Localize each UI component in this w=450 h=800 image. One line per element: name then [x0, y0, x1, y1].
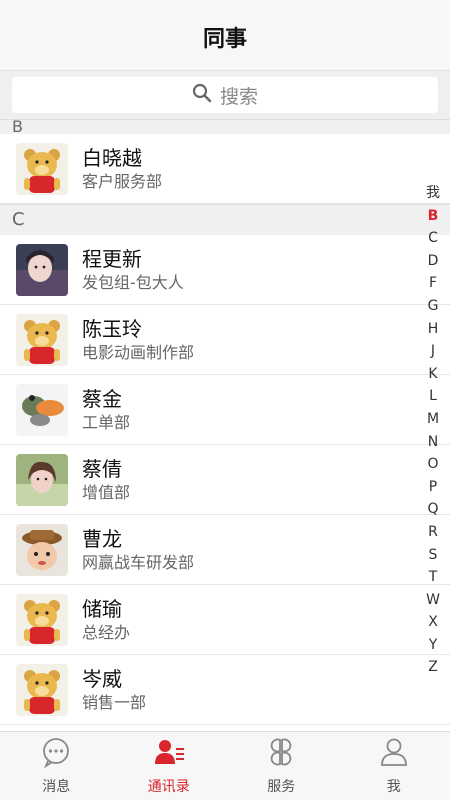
contact-name: 白晓越 — [82, 145, 142, 170]
index-letter[interactable]: W — [426, 589, 440, 612]
contact-row[interactable]: 蔡倩 增值部 — [0, 445, 450, 515]
index-letter[interactable]: O — [427, 453, 438, 476]
contact-name: 蔡金 — [82, 386, 122, 411]
index-letter[interactable]: K — [428, 363, 437, 386]
contact-row[interactable]: 陈玉玲 电影动画制作部 — [0, 305, 450, 375]
tab-label: 服务 — [267, 779, 296, 795]
index-letter-active[interactable]: B — [428, 205, 439, 228]
duck-cartoon-avatar — [16, 383, 68, 436]
chat-bubble-icon — [40, 736, 72, 772]
contact-name: 程更新 — [82, 246, 142, 271]
contact-name: 储瑜 — [82, 596, 122, 621]
index-letter[interactable]: G — [428, 295, 439, 318]
index-letter[interactable]: C — [428, 227, 438, 250]
contact-dept: 客户服务部 — [82, 171, 163, 191]
tab-label: 消息 — [42, 779, 71, 795]
index-letter[interactable]: N — [428, 431, 438, 454]
bear-avatar — [16, 663, 68, 716]
contact-name: 岑威 — [82, 666, 122, 691]
contact-row[interactable]: 曹龙 网赢战车研发部 — [0, 515, 450, 585]
contact-row[interactable]: 程更新 发包组-包大人 — [0, 235, 450, 305]
index-letter[interactable]: P — [429, 476, 437, 499]
bear-avatar — [16, 142, 68, 195]
photo-avatar — [16, 243, 68, 296]
cartoon-face-avatar — [16, 523, 68, 576]
index-letter[interactable]: L — [429, 385, 437, 408]
contact-list[interactable]: B 白晓越 客户服务部 C 程更新 发包组-包大人 陈玉玲 电影动画制作部 蔡金… — [0, 119, 450, 732]
index-letter[interactable]: J — [431, 340, 435, 363]
page-title: 同事 — [202, 27, 247, 52]
index-letter[interactable]: T — [429, 566, 438, 589]
contact-dept: 总经办 — [82, 622, 131, 642]
contact-row[interactable]: 蔡金 工单部 — [0, 375, 450, 445]
search-box[interactable]: 搜索 — [12, 77, 438, 113]
contact-dept: 发包组-包大人 — [82, 272, 184, 292]
index-letter[interactable]: Q — [427, 498, 438, 521]
contact-row[interactable]: 岑威 销售一部 — [0, 655, 450, 725]
section-header-c: C — [0, 204, 450, 235]
contact-name: 曹龙 — [82, 526, 122, 551]
contact-dept: 电影动画制作部 — [82, 342, 195, 362]
index-letter[interactable]: Y — [429, 634, 438, 657]
index-letter[interactable]: D — [428, 250, 439, 273]
contact-name: 陈玉玲 — [82, 316, 142, 341]
index-letter[interactable]: X — [428, 611, 438, 634]
tab-services[interactable]: 服务 — [225, 732, 338, 800]
bear-avatar — [16, 313, 68, 366]
tab-label: 通讯录 — [147, 779, 190, 795]
alphabet-index[interactable]: 我 B C D F G H J K L M N O P Q R S T W X … — [424, 182, 442, 679]
index-letter[interactable]: Z — [428, 656, 438, 679]
top-bar: 同事 — [0, 0, 450, 71]
index-letter[interactable]: S — [429, 544, 438, 567]
search-area: 搜索 — [0, 71, 450, 119]
search-label: 搜索 — [219, 85, 258, 108]
tab-messages[interactable]: 消息 — [0, 732, 113, 800]
bear-avatar — [16, 593, 68, 646]
photo-avatar — [16, 453, 68, 506]
contact-row[interactable]: 储瑜 总经办 — [0, 585, 450, 655]
index-letter[interactable]: H — [428, 318, 439, 341]
bottom-tab-bar: 消息 通讯录 服务 我 — [0, 731, 450, 800]
contact-dept: 增值部 — [82, 482, 131, 502]
tab-contacts[interactable]: 通讯录 — [113, 732, 226, 800]
index-letter[interactable]: M — [427, 408, 439, 431]
contact-dept: 销售一部 — [82, 692, 147, 712]
index-letter[interactable]: F — [429, 272, 437, 295]
person-icon — [378, 736, 410, 772]
contacts-icon — [153, 736, 185, 772]
tab-me[interactable]: 我 — [338, 732, 450, 800]
contact-name: 蔡倩 — [82, 456, 122, 481]
index-letter[interactable]: R — [428, 521, 438, 544]
grid-clover-icon — [265, 736, 297, 772]
contact-row[interactable]: 白晓越 客户服务部 — [0, 134, 450, 204]
index-letter[interactable]: 我 — [426, 182, 440, 205]
contact-dept: 网赢战车研发部 — [82, 552, 195, 572]
search-icon — [192, 83, 212, 108]
section-header-b: B — [0, 119, 450, 135]
tab-label: 我 — [386, 779, 401, 795]
contact-dept: 工单部 — [82, 412, 131, 432]
